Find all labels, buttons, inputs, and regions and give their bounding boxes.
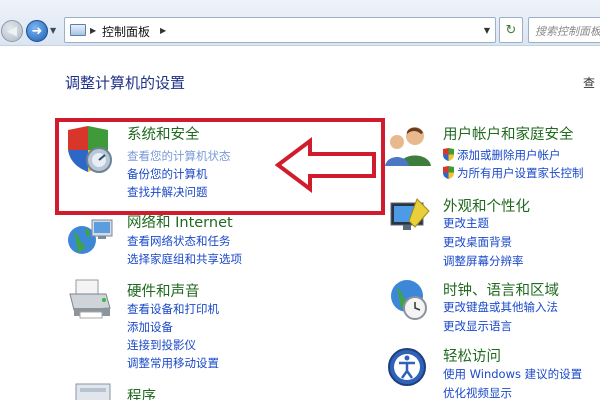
- link-parental-controls[interactable]: 为所有用户设置家长控制: [457, 165, 584, 181]
- clock-globe-icon[interactable]: [385, 276, 435, 328]
- programs-icon[interactable]: [72, 380, 116, 400]
- link-devices-printers[interactable]: 查看设备和打印机: [127, 301, 219, 317]
- category-hardware-sound[interactable]: 硬件和声音: [127, 280, 200, 301]
- category-network-internet[interactable]: 网络和 Internet: [127, 211, 233, 232]
- admin-shield-icon: [443, 166, 454, 179]
- breadcrumb-control-panel[interactable]: 控制面板: [102, 23, 150, 40]
- network-globe-icon[interactable]: [66, 214, 116, 262]
- view-by-label[interactable]: 查: [583, 74, 595, 91]
- link-add-device[interactable]: 添加设备: [127, 319, 173, 335]
- address-toolbar: ◀ ➜ ▼ ▶ 控制面板 ▶ ▼ ↻ 搜索控制面板: [0, 0, 600, 46]
- address-dropdown-icon[interactable]: ▼: [484, 26, 490, 35]
- address-bar[interactable]: ▶ 控制面板 ▶ ▼: [64, 17, 496, 43]
- appearance-monitor-icon[interactable]: [385, 195, 433, 243]
- link-network-status[interactable]: 查看网络状态和任务: [127, 233, 231, 249]
- link-screen-resolution[interactable]: 调整屏幕分辨率: [443, 253, 524, 269]
- category-programs[interactable]: 程序: [127, 385, 156, 400]
- category-appearance[interactable]: 外观和个性化: [443, 195, 530, 216]
- search-input[interactable]: 搜索控制面板: [528, 17, 600, 43]
- link-change-keyboard[interactable]: 更改键盘或其他输入法: [443, 299, 558, 315]
- link-desktop-background[interactable]: 更改桌面背景: [443, 234, 512, 250]
- recent-pages-dropdown-icon[interactable]: ▼: [50, 26, 56, 35]
- back-button[interactable]: ◀: [1, 20, 23, 42]
- link-change-theme[interactable]: 更改主题: [443, 215, 489, 231]
- ease-of-access-icon[interactable]: [385, 345, 433, 395]
- link-windows-recommended[interactable]: 使用 Windows 建议的设置: [443, 366, 582, 382]
- category-ease-of-access[interactable]: 轻松访问: [443, 345, 501, 366]
- refresh-button[interactable]: ↻: [499, 17, 523, 43]
- breadcrumb-separator-icon[interactable]: ▶: [160, 26, 166, 35]
- forward-button[interactable]: ➜: [26, 20, 48, 42]
- category-clock-language-region[interactable]: 时钟、语言和区域: [443, 279, 559, 300]
- breadcrumb-separator-icon[interactable]: ▶: [90, 26, 96, 35]
- category-user-accounts[interactable]: 用户帐户和家庭安全: [443, 123, 574, 144]
- control-panel-icon: [70, 24, 86, 36]
- link-homegroup-sharing[interactable]: 选择家庭组和共享选项: [127, 251, 242, 267]
- page-title: 调整计算机的设置: [65, 74, 186, 92]
- link-optimize-display[interactable]: 优化视频显示: [443, 385, 512, 400]
- link-add-remove-users[interactable]: 添加或删除用户帐户: [457, 147, 561, 163]
- highlight-box: [55, 118, 385, 215]
- admin-shield-icon: [443, 148, 454, 161]
- printer-icon[interactable]: [66, 278, 116, 326]
- link-display-language[interactable]: 更改显示语言: [443, 318, 512, 334]
- link-mobility-settings[interactable]: 调整常用移动设置: [127, 355, 219, 371]
- forward-arrow-icon: ➜: [31, 23, 43, 39]
- refresh-icon: ↻: [505, 22, 517, 38]
- user-accounts-icon[interactable]: [385, 124, 433, 172]
- back-arrow-icon: ◀: [7, 23, 17, 39]
- link-connect-projector[interactable]: 连接到投影仪: [127, 337, 196, 353]
